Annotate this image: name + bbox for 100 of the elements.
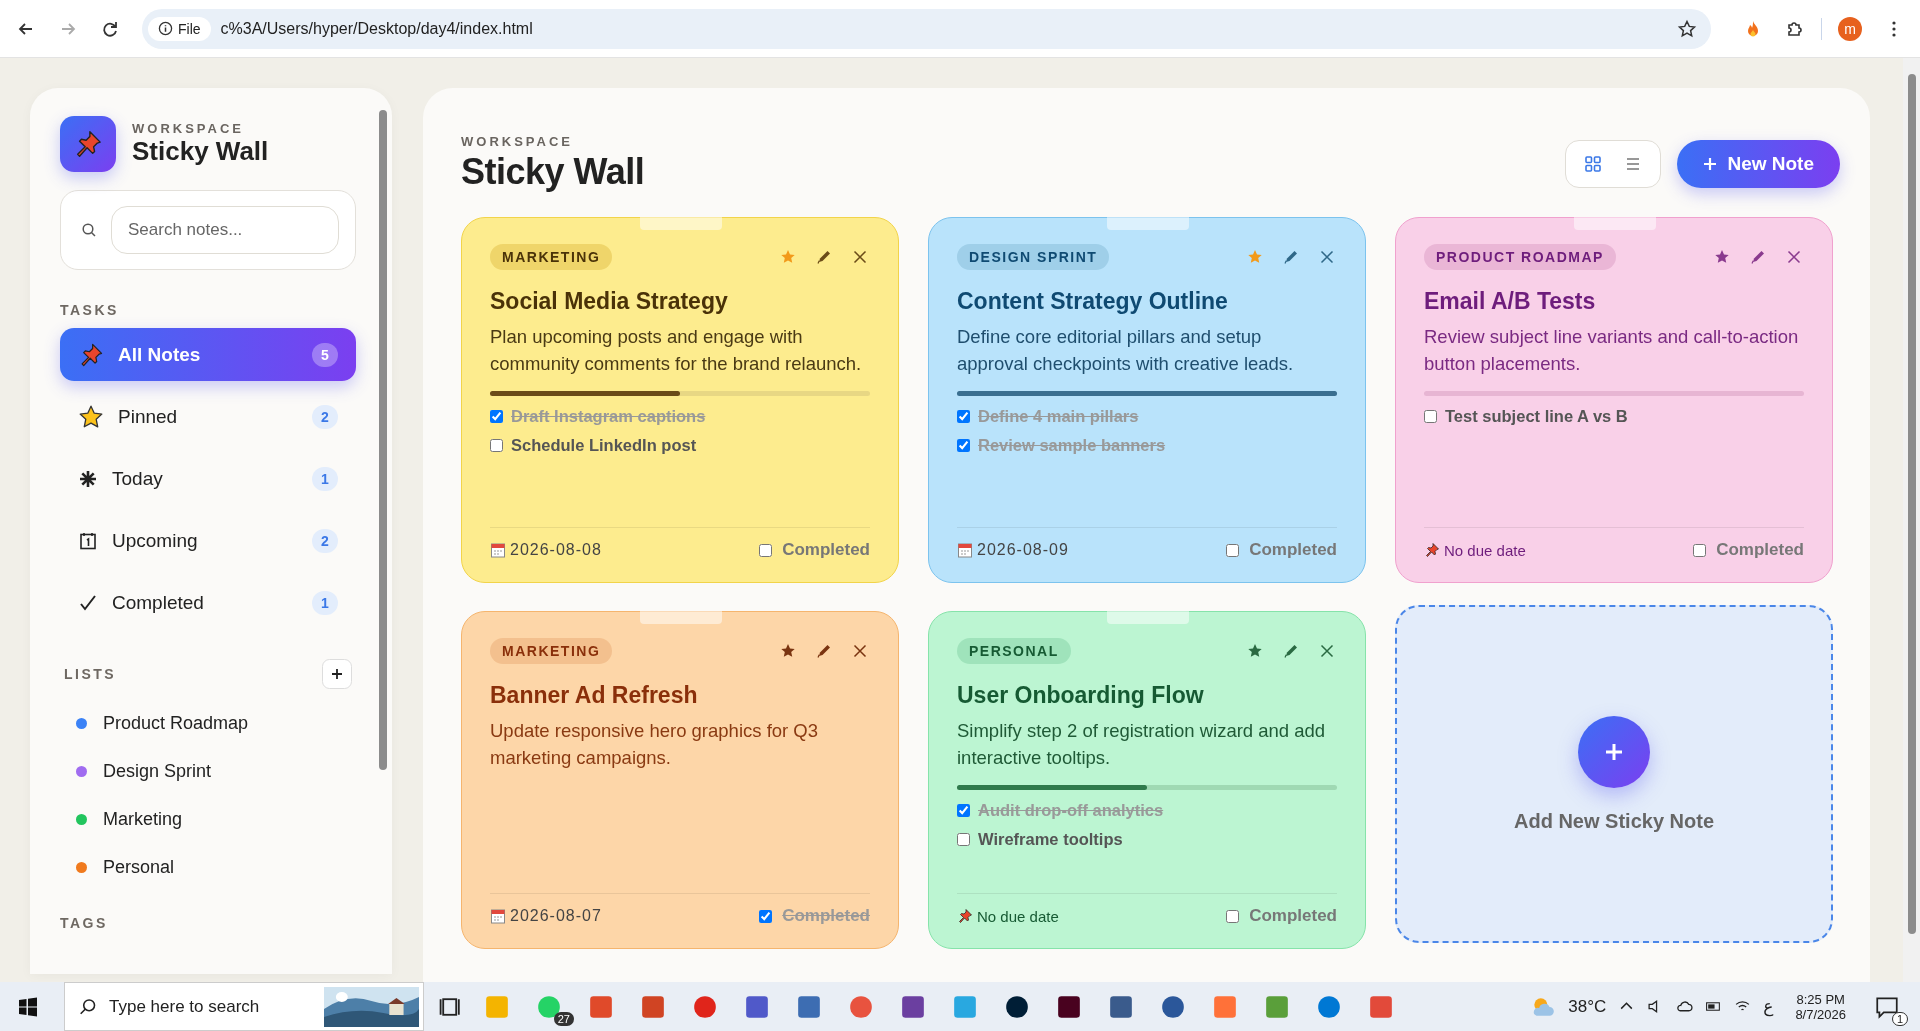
list-item[interactable]: Marketing bbox=[60, 795, 356, 843]
count-badge: 2 bbox=[312, 528, 338, 553]
note-title: User Onboarding Flow bbox=[957, 682, 1205, 709]
app-tile-icon[interactable] bbox=[1212, 993, 1238, 1020]
section-heading: TASKS bbox=[60, 302, 120, 318]
checkbox[interactable] bbox=[1424, 410, 1437, 423]
plus-icon bbox=[1703, 156, 1718, 171]
note-body: Update responsive hero graphics for Q3 marketing campaigns. bbox=[490, 719, 820, 770]
app-tile-icon[interactable] bbox=[588, 993, 614, 1020]
add-button[interactable] bbox=[1578, 715, 1650, 788]
add-list-button[interactable] bbox=[322, 659, 352, 689]
nav-item[interactable]: Today 1 bbox=[60, 452, 356, 505]
app-tile-icon[interactable] bbox=[952, 993, 978, 1020]
due-date: 2026-08-09 bbox=[957, 541, 1069, 559]
app-tile-icon[interactable] bbox=[1056, 993, 1082, 1020]
section-heading: LISTS bbox=[64, 666, 117, 682]
checkbox[interactable] bbox=[1226, 909, 1240, 923]
app-tile-icon[interactable] bbox=[484, 993, 510, 1020]
category-tag: MARKETING bbox=[490, 638, 613, 664]
completed-toggle[interactable]: Completed bbox=[1226, 540, 1337, 560]
due-date: 2026-08-08 bbox=[490, 541, 602, 559]
category-tag: MARKETING bbox=[490, 244, 613, 270]
checkbox[interactable] bbox=[957, 833, 970, 846]
category-tag: DESIGN SPRINT bbox=[957, 244, 1110, 270]
note-body: Plan upcoming posts and engage with community comments for the brand relaunch. bbox=[490, 325, 863, 376]
temperature-text: 38°C bbox=[1568, 996, 1607, 1017]
checkbox[interactable] bbox=[1226, 543, 1240, 557]
info-icon bbox=[158, 21, 173, 36]
note-title: Banner Ad Refresh bbox=[490, 682, 699, 709]
page-title: Sticky Wall bbox=[461, 151, 646, 193]
notification-badge: 27 bbox=[553, 1011, 574, 1026]
count-badge: 1 bbox=[312, 466, 338, 491]
checkbox[interactable] bbox=[490, 410, 503, 423]
checkbox[interactable] bbox=[1693, 543, 1707, 557]
workspace-label: WORKSPACE bbox=[461, 134, 574, 149]
star-icon bbox=[78, 403, 104, 430]
checklist-item[interactable]: Wireframe tooltips bbox=[957, 825, 1337, 854]
address-bar[interactable]: File c%3A/Users/hyper/Desktop/day4/index.html bbox=[142, 8, 1711, 49]
clock[interactable]: 8:25 PM 8/7/2026 bbox=[1795, 991, 1846, 1022]
app-tile-icon[interactable] bbox=[1108, 993, 1134, 1020]
completed-toggle[interactable]: Completed bbox=[759, 540, 870, 560]
note-body: Simplify step 2 of registration wizard and add interactive tooltips. bbox=[957, 719, 1327, 770]
add-note-card[interactable]: Add New Sticky Note bbox=[1395, 605, 1833, 943]
due-date: 2026-08-07 bbox=[490, 907, 602, 925]
asterisk-icon bbox=[78, 468, 98, 489]
app-tile-icon[interactable] bbox=[1264, 993, 1290, 1020]
workspace-label: WORKSPACE bbox=[132, 121, 245, 136]
search-icon bbox=[81, 222, 97, 238]
checkbox[interactable] bbox=[957, 804, 970, 817]
pushpin-logo-icon bbox=[60, 116, 116, 172]
taskbar-search-field[interactable]: Type here to search bbox=[64, 982, 424, 1031]
language-indicator[interactable]: ع bbox=[1763, 996, 1774, 1017]
app-tile-icon[interactable] bbox=[900, 993, 926, 1020]
checkbox[interactable] bbox=[957, 439, 970, 452]
notification-badge: 1 bbox=[1891, 1011, 1908, 1026]
new-note-button[interactable]: New Note bbox=[1677, 139, 1840, 188]
count-badge: 2 bbox=[312, 404, 338, 429]
checkbox[interactable] bbox=[490, 439, 503, 452]
nav-item[interactable]: Completed 1 bbox=[60, 576, 356, 629]
page-scrollbar[interactable] bbox=[1903, 58, 1920, 982]
checkbox[interactable] bbox=[759, 543, 773, 557]
nav-item[interactable]: Upcoming 2 bbox=[60, 514, 356, 567]
bookmark-star-icon[interactable] bbox=[1677, 18, 1697, 39]
checklist-item[interactable]: Test subject line A vs B bbox=[1424, 402, 1804, 431]
list-item[interactable]: Product Roadmap bbox=[60, 699, 356, 747]
app-title: Sticky Wall bbox=[132, 136, 269, 167]
nav-item[interactable]: Pinned 2 bbox=[60, 390, 356, 443]
checkbox[interactable] bbox=[759, 909, 773, 923]
count-badge: 1 bbox=[312, 590, 338, 615]
profile-avatar[interactable]: m bbox=[1838, 16, 1862, 41]
checkbox[interactable] bbox=[957, 410, 970, 423]
section-heading: TAGS bbox=[60, 915, 109, 931]
add-note-label: Add New Sticky Note bbox=[1513, 809, 1714, 833]
site-info-chip[interactable]: File bbox=[148, 16, 211, 41]
note-title: Content Strategy Outline bbox=[957, 288, 1229, 315]
app-tile-icon[interactable] bbox=[796, 993, 822, 1020]
windows-start-icon[interactable] bbox=[18, 996, 38, 1017]
list-item[interactable]: Personal bbox=[60, 843, 356, 891]
checklist-item[interactable]: Schedule LinkedIn post bbox=[490, 431, 870, 460]
search-field[interactable]: Search notes... bbox=[111, 206, 339, 254]
list-item[interactable]: Design Sprint bbox=[60, 747, 356, 795]
due-date: No due date bbox=[957, 907, 1059, 925]
grid-icon bbox=[1584, 154, 1603, 173]
search-icon bbox=[79, 997, 97, 1016]
completed-toggle[interactable]: Completed bbox=[1693, 540, 1804, 560]
note-title: Email A/B Tests bbox=[1424, 288, 1597, 315]
app-tile-icon[interactable] bbox=[640, 993, 666, 1020]
count-badge: 5 bbox=[312, 342, 338, 367]
due-date: No due date bbox=[1424, 541, 1526, 559]
url-text: c%3A/Users/hyper/Desktop/day4/index.html bbox=[220, 19, 534, 38]
note-body: Define core editorial pillars and setup approval checkpoints with creative leads. bbox=[957, 325, 1295, 376]
completed-toggle[interactable]: Completed bbox=[1226, 906, 1337, 926]
category-tag: PERSONAL bbox=[957, 638, 1071, 664]
note-body: Review subject line variants and call-to-action button placements. bbox=[1424, 325, 1800, 376]
calendar-icon bbox=[78, 530, 98, 551]
app-tile-icon[interactable] bbox=[744, 993, 770, 1020]
nav-item[interactable]: All Notes 5 bbox=[60, 328, 356, 381]
category-tag: PRODUCT ROADMAP bbox=[1424, 244, 1616, 270]
app-tile-icon[interactable] bbox=[1368, 993, 1394, 1020]
note-title: Social Media Strategy bbox=[490, 288, 729, 315]
